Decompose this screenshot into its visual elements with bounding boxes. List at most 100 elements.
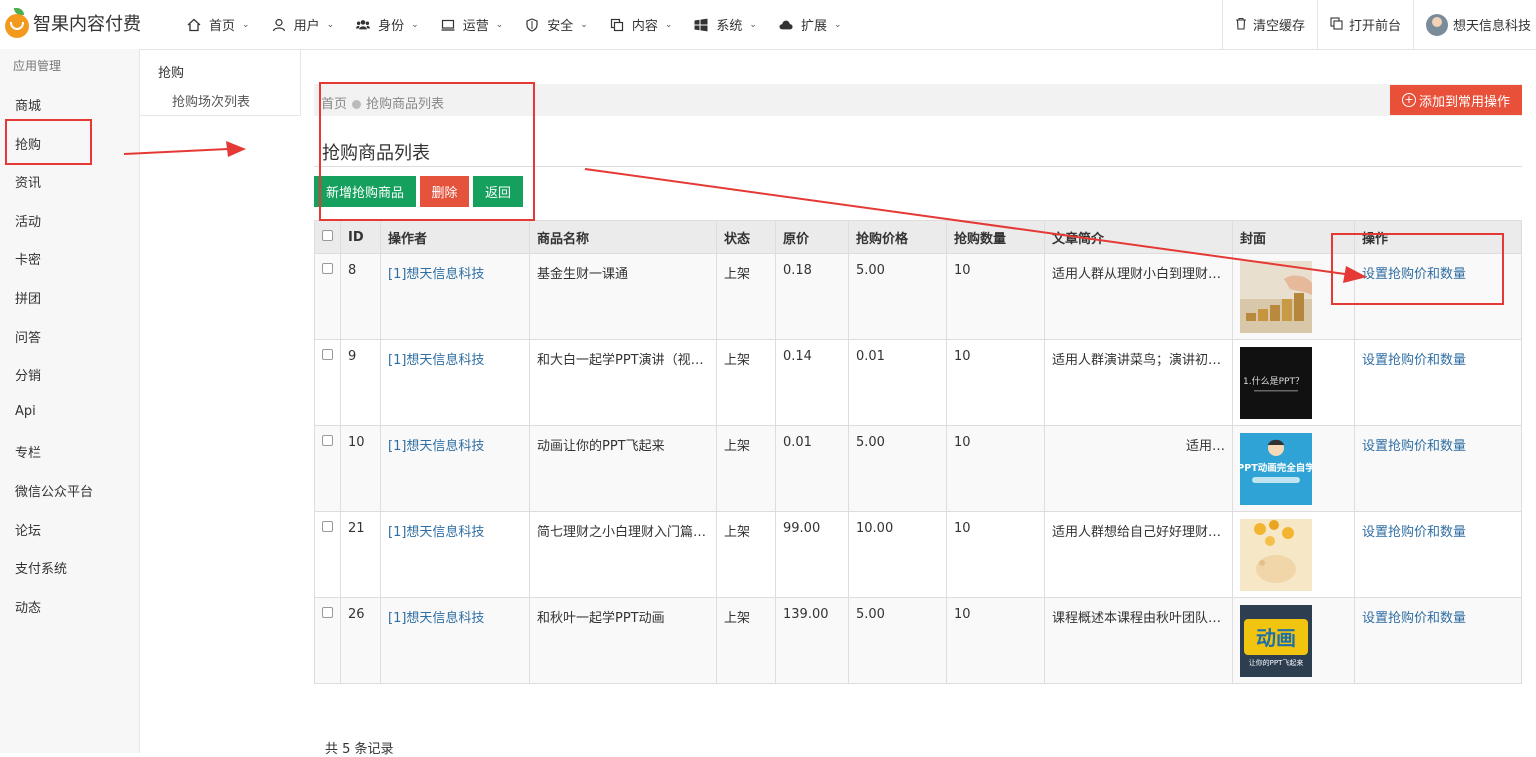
add-to-common-button[interactable]: + 添加到常用操作 (1390, 85, 1522, 115)
operator-link[interactable]: [1]想天信息科技 (388, 525, 484, 540)
shield-icon (525, 17, 539, 32)
cell-status: 上架 (716, 597, 776, 684)
header-intro[interactable]: 文章简介 (1044, 220, 1233, 254)
subnav-title[interactable]: 抢购 (158, 62, 184, 81)
home-icon (187, 18, 201, 32)
header-id[interactable]: ID (340, 220, 381, 254)
sidebar-item-payment[interactable]: 支付系统 (15, 558, 67, 577)
chevron-down-icon: ⌄ (326, 19, 335, 30)
sidebar-item-forum[interactable]: 论坛 (15, 520, 41, 539)
operator-link[interactable]: [1]想天信息科技 (388, 611, 484, 626)
sidebar-item-distribution[interactable]: 分销 (15, 365, 41, 384)
subnav-item-session-list[interactable]: 抢购场次列表 (172, 91, 250, 110)
user-name: 想天信息科技 (1452, 19, 1531, 34)
row-checkbox[interactable] (322, 263, 333, 274)
sidebar-item-group-buy[interactable]: 拼团 (15, 288, 41, 307)
cell-intro: 适用人群演讲菜鸟；演讲初… (1052, 353, 1222, 368)
nav-security-label: 安全 (547, 19, 574, 34)
main-nav: 首页 ⌄ 用户 ⌄ 身份 ⌄ 运营 ⌄ 安全 ⌄ 内容 ⌄ 系统 ⌄ 扩展 ⌄ (176, 0, 853, 49)
set-flash-price-link[interactable]: 设置抢购价和数量 (1362, 439, 1466, 454)
cell-sale-price: 5.00 (848, 253, 947, 340)
open-frontend-button[interactable]: 打开前台 (1316, 0, 1413, 49)
nav-home[interactable]: 首页 ⌄ (176, 0, 261, 49)
cell-sale-price: 0.01 (848, 339, 947, 426)
header-name[interactable]: 商品名称 (529, 220, 717, 254)
record-count: 共 5 条记录 (325, 742, 394, 757)
nav-content[interactable]: 内容 ⌄ (599, 0, 684, 49)
nav-security[interactable]: 安全 ⌄ (514, 0, 599, 49)
header-price[interactable]: 原价 (775, 220, 849, 254)
nav-extension[interactable]: 扩展 ⌄ (768, 0, 853, 49)
sidebar-item-wechat[interactable]: 微信公众平台 (15, 481, 93, 500)
animation-cover-title: 动画 (1256, 626, 1296, 650)
row-checkbox[interactable] (322, 521, 333, 532)
trash-icon (1235, 17, 1247, 33)
sidebar-item-news[interactable]: 资讯 (15, 172, 41, 191)
sidebar-item-api[interactable]: Api (15, 404, 36, 419)
header-sale-price[interactable]: 抢购价格 (848, 220, 947, 254)
ppt-dark-cover-image: 1.什么是PPT？ (1240, 347, 1312, 419)
row-checkbox[interactable] (322, 607, 333, 618)
users-icon (356, 18, 371, 32)
app-logo[interactable]: 智果内容付费 (4, 8, 141, 38)
chevron-down-icon: ⌄ (495, 19, 504, 30)
nav-system[interactable]: 系统 ⌄ (683, 0, 768, 49)
sub-navigation: 抢购 抢购场次列表 (140, 49, 301, 116)
operator-link[interactable]: [1]想天信息科技 (388, 353, 484, 368)
sidebar-item-mall[interactable]: 商城 (15, 95, 41, 114)
user-menu[interactable]: 想天信息科技 (1412, 0, 1536, 49)
header-operator[interactable]: 操作者 (380, 220, 530, 254)
sidebar-item-cards[interactable]: 卡密 (15, 249, 41, 268)
nav-identity[interactable]: 身份 ⌄ (345, 0, 430, 49)
cell-qty: 10 (946, 339, 1045, 426)
cell-sale-price: 5.00 (848, 597, 947, 684)
cell-qty: 10 (946, 253, 1045, 340)
cell-name: 简七理财之小白理财入门篇… (537, 525, 707, 540)
coins-cover-image (1240, 261, 1312, 333)
cell-name: 基金生财一课通 (537, 267, 629, 282)
app-title: 智果内容付费 (33, 14, 141, 35)
sidebar-item-column[interactable]: 专栏 (15, 442, 41, 461)
cell-name: 和大白一起学PPT演讲（视… (537, 353, 704, 368)
select-all-checkbox[interactable] (322, 229, 333, 241)
nav-user-label: 用户 (293, 19, 320, 34)
sidebar-item-feed[interactable]: 动态 (15, 597, 41, 616)
cell-intro: 适用… (1185, 439, 1225, 454)
set-flash-price-link[interactable]: 设置抢购价和数量 (1362, 525, 1466, 540)
chevron-down-icon: ⌄ (242, 19, 250, 30)
cell-qty: 10 (946, 597, 1045, 684)
clear-cache-button[interactable]: 清空缓存 (1221, 0, 1317, 49)
nav-extension-label: 扩展 (800, 19, 827, 34)
nav-system-label: 系统 (716, 19, 743, 34)
cloud-icon (779, 18, 793, 32)
cell-name: 动画让你的PPT飞起来 (537, 439, 665, 454)
nav-operation-label: 运营 (462, 19, 489, 34)
row-checkbox[interactable] (322, 349, 333, 360)
annotation-box-header (319, 82, 535, 221)
cell-price: 99.00 (775, 511, 849, 598)
table-row: 21 [1]想天信息科技 简七理财之小白理财入门篇… 上架 99.00 10.0… (314, 511, 1522, 598)
table-row: 26 [1]想天信息科技 和秋叶一起学PPT动画 上架 139.00 5.00 … (314, 597, 1522, 684)
cell-sale-price: 10.00 (848, 511, 947, 598)
cell-status: 上架 (716, 425, 776, 512)
set-flash-price-link[interactable]: 设置抢购价和数量 (1362, 611, 1466, 626)
nav-user[interactable]: 用户 ⌄ (261, 0, 346, 49)
row-checkbox[interactable] (322, 435, 333, 446)
header-status[interactable]: 状态 (716, 220, 776, 254)
operator-link[interactable]: [1]想天信息科技 (388, 439, 484, 454)
sidebar-item-events[interactable]: 活动 (15, 211, 41, 230)
cell-status: 上架 (716, 253, 776, 340)
nav-operation[interactable]: 运营 ⌄ (430, 0, 515, 49)
cell-status: 上架 (716, 339, 776, 426)
cell-price: 139.00 (775, 597, 849, 684)
annotation-box-action (1331, 233, 1504, 305)
add-to-common-label: 添加到常用操作 (1418, 94, 1510, 110)
cell-price: 0.18 (775, 253, 849, 340)
chevron-down-icon: ⌄ (749, 19, 757, 30)
header-qty[interactable]: 抢购数量 (946, 220, 1045, 254)
operator-link[interactable]: [1]想天信息科技 (388, 267, 484, 282)
table-row: 9 [1]想天信息科技 和大白一起学PPT演讲（视… 上架 0.14 0.01 … (314, 339, 1522, 426)
sidebar-item-qa[interactable]: 问答 (15, 327, 41, 346)
set-flash-price-link[interactable]: 设置抢购价和数量 (1362, 353, 1466, 368)
annotation-box-sidebar (5, 119, 92, 165)
